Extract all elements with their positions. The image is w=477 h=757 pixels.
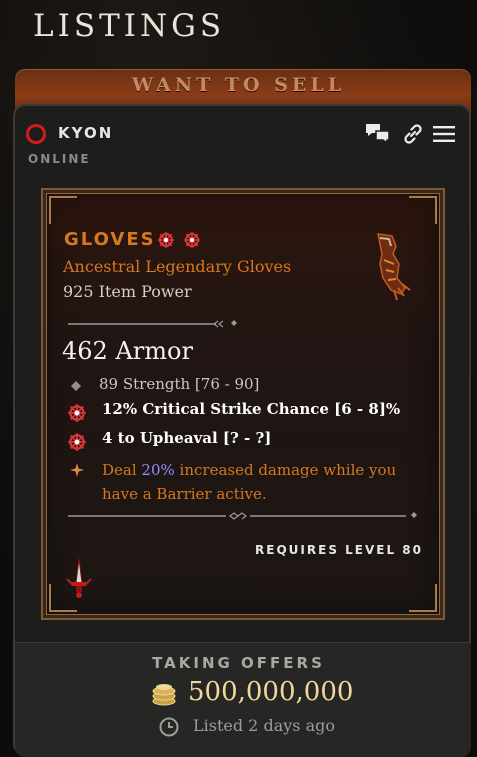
frame-corner bbox=[409, 196, 437, 224]
seller-status: ONLINE bbox=[28, 152, 91, 166]
tooltip-divider bbox=[68, 320, 237, 328]
level-requirement: REQUIRES LEVEL 80 bbox=[255, 543, 423, 557]
offer-type-label: TAKING OFFERS bbox=[152, 654, 325, 672]
greater-affix-icon bbox=[68, 433, 86, 451]
frame-corner bbox=[409, 584, 437, 612]
greater-affix-icon bbox=[184, 232, 200, 248]
page-title: LISTINGS bbox=[33, 8, 226, 44]
greater-affix-icon bbox=[158, 232, 174, 248]
menu-icon[interactable] bbox=[433, 125, 455, 143]
tooltip-divider bbox=[68, 512, 417, 520]
legendary-power-text: Deal 20% increased damage while you have … bbox=[102, 458, 396, 506]
affix-strength: 89 Strength [76 - 90] bbox=[99, 375, 260, 393]
legendary-power-icon bbox=[70, 463, 84, 477]
class-sword-icon bbox=[66, 558, 92, 598]
listing-price: 500,000,000 bbox=[188, 677, 354, 707]
greater-affix-icon bbox=[68, 404, 86, 422]
legendary-power-value: 20% bbox=[141, 461, 175, 479]
legendary-power-prefix: Deal bbox=[102, 461, 142, 479]
item-type: Ancestral Legendary Gloves bbox=[63, 257, 292, 276]
frame-corner bbox=[49, 196, 77, 224]
chat-icon[interactable] bbox=[364, 122, 392, 146]
item-name: GLOVES bbox=[64, 229, 156, 250]
gold-coins-icon bbox=[152, 684, 176, 706]
legendary-power-line2: have a Barrier active. bbox=[102, 485, 267, 503]
clock-icon bbox=[159, 717, 179, 737]
gloves-item-image bbox=[377, 233, 411, 301]
affix-crit-chance: 12% Critical Strike Chance [6 - 8]% bbox=[102, 400, 401, 418]
affix-upheaval: 4 to Upheaval [? - ?] bbox=[102, 429, 272, 447]
affix-bullet-icon bbox=[71, 381, 81, 391]
listed-time: Listed 2 days ago bbox=[193, 716, 335, 735]
item-power: 925 Item Power bbox=[63, 282, 192, 301]
legendary-power-suffix: increased damage while you bbox=[174, 461, 397, 479]
seller-status-icon bbox=[26, 124, 46, 144]
item-armor: 462 Armor bbox=[62, 337, 193, 365]
link-icon[interactable] bbox=[401, 122, 425, 146]
seller-name[interactable]: KYON bbox=[58, 124, 113, 142]
tab-label: WANT TO SELL bbox=[131, 74, 346, 96]
